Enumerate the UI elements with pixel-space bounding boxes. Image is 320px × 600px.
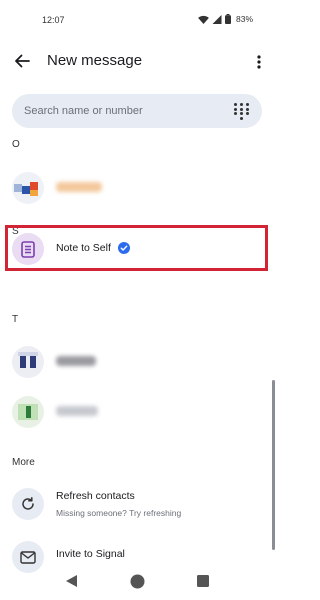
nav-back-icon[interactable] bbox=[65, 574, 78, 588]
contact-name-redacted bbox=[56, 406, 98, 416]
refresh-icon bbox=[22, 497, 34, 510]
refresh-contacts-subtitle: Missing someone? Try refreshing bbox=[56, 508, 182, 518]
app-bar: New message bbox=[0, 42, 276, 82]
dialpad-icon[interactable] bbox=[234, 103, 250, 120]
status-bar: 12:07 83% bbox=[0, 0, 276, 42]
highlight-box bbox=[5, 225, 268, 271]
signal-icon bbox=[212, 14, 222, 24]
arrow-back-icon bbox=[15, 54, 30, 68]
nav-home-icon[interactable] bbox=[130, 574, 145, 589]
refresh-icon-container bbox=[12, 488, 44, 520]
avatar bbox=[12, 172, 44, 204]
section-header-t: T bbox=[12, 314, 19, 325]
overflow-menu-button[interactable] bbox=[252, 51, 266, 73]
mail-icon bbox=[20, 550, 36, 564]
refresh-contacts-row[interactable]: Refresh contacts Missing someone? Try re… bbox=[0, 484, 276, 528]
section-header-more: More bbox=[12, 457, 35, 468]
refresh-contacts-title: Refresh contacts bbox=[56, 490, 135, 502]
contact-row-t2[interactable] bbox=[0, 392, 276, 432]
invite-to-signal-title: Invite to Signal bbox=[56, 548, 125, 560]
wifi-icon bbox=[198, 15, 209, 24]
battery-percent: 83% bbox=[236, 14, 254, 24]
avatar bbox=[12, 396, 44, 428]
contact-name-redacted bbox=[56, 356, 96, 366]
contact-row-t1[interactable] bbox=[0, 342, 276, 382]
nav-recents-icon[interactable] bbox=[197, 575, 209, 587]
more-vert-icon bbox=[257, 55, 261, 69]
section-header-o: O bbox=[12, 139, 20, 150]
search-bar bbox=[12, 94, 262, 128]
status-time: 12:07 bbox=[42, 15, 65, 25]
back-button[interactable] bbox=[11, 50, 33, 72]
avatar bbox=[12, 346, 44, 378]
scrollbar[interactable] bbox=[272, 380, 275, 550]
page-title: New message bbox=[47, 52, 143, 69]
battery-icon bbox=[225, 14, 231, 24]
contact-row-o[interactable] bbox=[0, 168, 276, 208]
system-nav-bar bbox=[0, 565, 276, 600]
status-icons: 83% bbox=[198, 14, 253, 24]
search-input[interactable] bbox=[24, 94, 224, 128]
contact-name-redacted bbox=[56, 182, 102, 192]
